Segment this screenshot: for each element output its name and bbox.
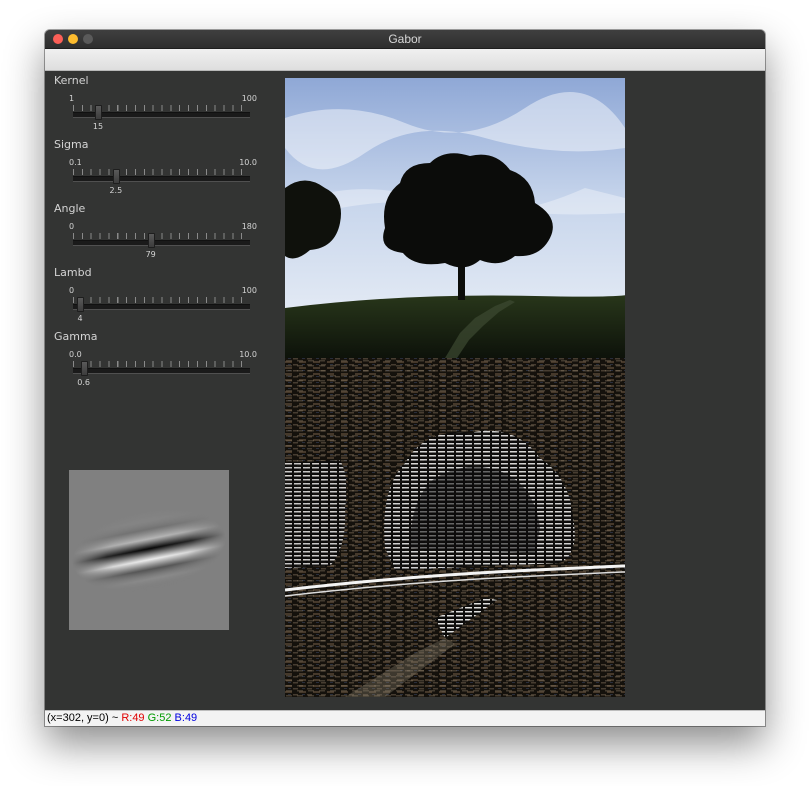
trackbar-label: Gamma: [54, 330, 98, 343]
trackbar-handle[interactable]: [80, 361, 88, 376]
trackbar-max-label: 10.0: [239, 350, 257, 359]
trackbar-min-label: 0.1: [69, 158, 82, 167]
status-red-value: R:49: [121, 712, 145, 724]
trackbar-max-label: 100: [241, 286, 257, 295]
trackbar-ticks: [73, 297, 250, 303]
trackbar-handle[interactable]: [112, 169, 120, 184]
main-content: Kernel 1 100 15 Sigma 0.1 10.0 2.5 Angle…: [45, 71, 765, 710]
trackbar-kernel: Kernel 1 100 15: [45, 74, 275, 138]
status-blue-value: B:49: [174, 712, 198, 724]
trackbar-max-label: 10.0: [239, 158, 257, 167]
trackbar-value: 0.6: [77, 378, 90, 387]
trackbar-value: 15: [92, 122, 104, 131]
trackbar-ticks: [73, 233, 250, 239]
status-coordinates: (x=302, y=0) ~: [47, 712, 119, 724]
status-green-value: G:52: [147, 712, 172, 724]
trackbar-value: 2.5: [109, 186, 123, 195]
trackbar-label: Sigma: [54, 138, 89, 151]
trackbar-sigma: Sigma 0.1 10.0 2.5: [45, 138, 275, 202]
trackbar-handle[interactable]: [94, 105, 102, 120]
trackbar-value: 79: [145, 250, 156, 259]
trackbar-groove[interactable]: [73, 368, 250, 374]
status-bar: (x=302, y=0) ~ R:49 G:52 B:49: [45, 710, 765, 726]
trackbar-handle[interactable]: [147, 233, 155, 248]
gabor-kernel-preview: [69, 470, 229, 630]
trackbar-label: Angle: [54, 202, 86, 215]
trackbar-label: Lambd: [54, 266, 92, 279]
gabor-window: Gabor Kernel 1 100 15 Sigma 0.1 10.0 2.5…: [45, 30, 765, 726]
image-display[interactable]: [285, 78, 625, 697]
trackbar-max-label: 100: [241, 94, 257, 103]
trackbar-max-label: 180: [241, 222, 257, 231]
trackbar-value: 4: [77, 314, 83, 323]
window-title: Gabor: [388, 32, 422, 46]
trackbar-min-label: 0: [69, 286, 75, 295]
trackbar-groove[interactable]: [73, 176, 250, 182]
trackbar-ticks: [73, 169, 250, 175]
title-bar[interactable]: Gabor: [45, 30, 765, 49]
trackbar-handle[interactable]: [77, 297, 85, 312]
trackbar-min-label: 0.0: [69, 350, 82, 359]
trackbar-ticks: [73, 361, 250, 367]
trackbar-groove[interactable]: [73, 304, 250, 310]
trackbar-groove[interactable]: [73, 240, 250, 246]
trackbar-lambd: Lambd 0 100 4: [45, 266, 275, 330]
trackbar-min-label: 1: [69, 94, 75, 103]
trackbar-min-label: 0: [69, 222, 75, 231]
toolbar: [45, 49, 765, 71]
trackbar-gamma: Gamma 0.0 10.0 0.6: [45, 330, 275, 394]
trackbar-angle: Angle 0 180 79: [45, 202, 275, 266]
trackbar-label: Kernel: [54, 74, 89, 87]
